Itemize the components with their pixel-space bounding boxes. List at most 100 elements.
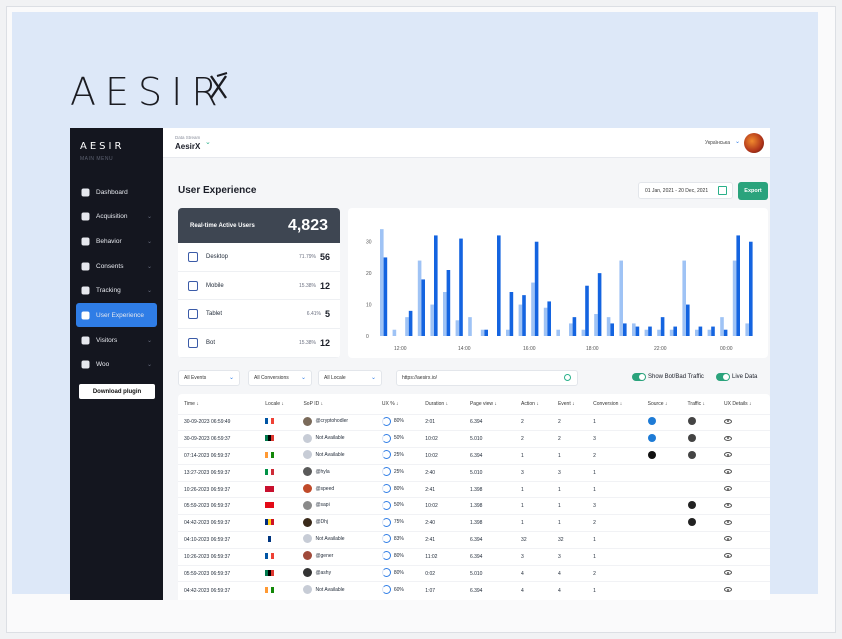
chart-bar[interactable] [695, 329, 699, 336]
chart-bar[interactable] [459, 238, 463, 336]
table-row[interactable]: 05:59-2023 06:59:37 @ashy 80% 0:02 5.010 4 4 2 [178, 564, 770, 582]
toggle-switch[interactable] [716, 373, 730, 381]
locale-select[interactable]: All Locale ⌄ [318, 370, 382, 386]
table-row[interactable]: 13:27-2023 06:59:37 @hyla 25% 2:40 5.010 3 3 1 [178, 463, 770, 482]
search-icon[interactable] [564, 374, 571, 381]
chart-bar[interactable] [711, 326, 715, 336]
avatar[interactable] [744, 133, 764, 153]
language-select[interactable]: Українська [705, 140, 730, 146]
chart-bar[interactable] [556, 329, 560, 336]
table-row[interactable]: 04:42-2023 06:59:37 Not Available 60% 1:07 6… [178, 581, 770, 599]
chart-bar[interactable] [417, 260, 422, 336]
chart-bar[interactable] [673, 326, 677, 336]
chart-bar[interactable] [682, 260, 686, 336]
sop-id[interactable]: Not Available [315, 536, 344, 542]
column-header[interactable]: Source ↓ [642, 394, 682, 414]
chart-bar[interactable] [632, 323, 636, 336]
sidebar-item-acquisition[interactable]: Acquisition ⌄ [76, 205, 157, 229]
sop-id[interactable]: @sapi [315, 502, 329, 508]
chart-bar[interactable] [446, 270, 451, 336]
sop-id[interactable]: @speed [315, 486, 334, 492]
eye-icon[interactable] [723, 486, 732, 492]
bot-traffic-toggle[interactable]: Show Bot/Bad Traffic [632, 373, 704, 381]
column-header[interactable]: Duration ↓ [419, 394, 464, 414]
chart-bar[interactable] [619, 260, 623, 336]
eye-icon[interactable] [723, 570, 732, 576]
sop-id[interactable]: @Dhj [315, 519, 328, 525]
chart-bar[interactable] [430, 304, 434, 336]
eye-icon[interactable] [723, 502, 732, 508]
eye-icon[interactable] [723, 587, 732, 593]
sop-id[interactable]: @ashy [315, 570, 331, 576]
column-header[interactable]: Conversion ↓ [587, 394, 642, 414]
chart-bar[interactable] [745, 323, 749, 336]
column-header[interactable]: Traffic ↓ [682, 394, 718, 414]
chart-bar[interactable] [497, 235, 501, 336]
column-header[interactable]: SoP ID ↓ [297, 394, 375, 414]
sidebar-item-woo[interactable]: Woo ⌄ [76, 353, 157, 377]
eye-icon[interactable] [723, 519, 732, 525]
table-row[interactable]: 05:59-2023 06:59:37 @sapi 50% 10:02 1.398 1 1 3 [178, 497, 770, 515]
table-row[interactable]: 10:26-2023 06:59:37 @speed 80% 2:41 1.398 1 1 1 [178, 480, 770, 498]
chart-bar[interactable] [443, 292, 447, 336]
chevron-down-icon[interactable]: ⌄ [205, 138, 211, 146]
chart-bar[interactable] [635, 326, 640, 336]
chart-bar[interactable] [597, 273, 602, 336]
column-header[interactable]: UX Details ↓ [718, 394, 770, 414]
column-header[interactable]: UX % ↓ [376, 394, 419, 414]
toggle-switch[interactable] [632, 373, 646, 381]
chart-bar[interactable] [720, 317, 724, 336]
chart-bar[interactable] [506, 329, 510, 336]
chart-bar[interactable] [534, 241, 539, 336]
chart-bar[interactable] [669, 329, 674, 336]
chart-bar[interactable] [657, 329, 661, 336]
table-row[interactable]: 10:26-2023 06:59:37 @gener 80% 11:02 6.394 3 3… [178, 547, 770, 566]
sop-id[interactable]: Not Available [315, 435, 344, 441]
chart-bar[interactable] [572, 317, 577, 336]
chart-bar[interactable] [531, 282, 535, 336]
date-range-picker[interactable]: 01 Jan, 2021 - 20 Dec, 2021 [638, 182, 733, 199]
table-row[interactable]: 04:10-2023 06:59:37 Not Available 83% 2:41 6… [178, 531, 770, 549]
table-row[interactable]: 04:42-2023 06:59:37 @Dhj 75% 2:40 1.398 1 1 2 [178, 514, 770, 532]
sop-id[interactable]: Not Available [315, 452, 344, 458]
download-plugin-button[interactable]: Download plugin [79, 384, 155, 399]
chart-bar[interactable] [455, 320, 460, 336]
sop-id[interactable]: @hyla [315, 469, 329, 475]
eye-icon[interactable] [723, 536, 732, 542]
chart-bar[interactable] [660, 317, 665, 336]
sidebar-item-dashboard[interactable]: Dashboard [76, 180, 157, 204]
chart-bar[interactable] [648, 326, 652, 336]
data-stream-select[interactable]: AesirX [175, 142, 200, 151]
chart-bar[interactable] [434, 235, 438, 336]
chart-bar[interactable] [547, 301, 551, 336]
chart-bar[interactable] [581, 329, 586, 336]
chart-bar[interactable] [569, 323, 573, 336]
chart-bar[interactable] [698, 326, 703, 336]
export-button[interactable]: Export [738, 182, 768, 200]
sidebar-item-user-experience[interactable]: User Experience [76, 303, 157, 328]
sop-id[interactable]: @gener [315, 553, 333, 559]
chart-bar[interactable] [644, 329, 649, 336]
chart-bar[interactable] [594, 314, 598, 336]
chart-bar[interactable] [606, 317, 611, 336]
table-row[interactable]: 07:14-2023 06:59:37 Not Available 25% 10:02… [178, 447, 770, 465]
sidebar-item-tracking[interactable]: Tracking ⌄ [76, 279, 157, 303]
column-header[interactable]: Action ↓ [515, 394, 552, 414]
live-data-toggle[interactable]: Live Data [716, 373, 757, 381]
eye-icon[interactable] [723, 435, 732, 441]
chart-bar[interactable] [383, 257, 388, 336]
eye-icon[interactable] [723, 553, 732, 559]
sidebar-item-behavior[interactable]: Behavior ⌄ [76, 229, 157, 253]
column-header[interactable]: Time ↓ [178, 394, 259, 414]
sidebar-logo[interactable]: AESIR [80, 141, 124, 152]
chart-bar[interactable] [585, 285, 589, 336]
column-header[interactable]: Page view ↓ [464, 394, 515, 414]
sidebar-item-consents[interactable]: Consents ⌄ [76, 254, 157, 278]
chevron-down-icon[interactable]: ⌄ [735, 138, 740, 145]
sop-id[interactable]: @cryptohodler [315, 418, 348, 424]
url-search-input[interactable]: https://aesirx.io/ [396, 370, 578, 386]
chart-bar[interactable] [480, 329, 485, 336]
column-header[interactable]: Locale ↓ [259, 394, 297, 414]
chart-bar[interactable] [380, 229, 384, 336]
chart-bar[interactable] [392, 329, 397, 336]
